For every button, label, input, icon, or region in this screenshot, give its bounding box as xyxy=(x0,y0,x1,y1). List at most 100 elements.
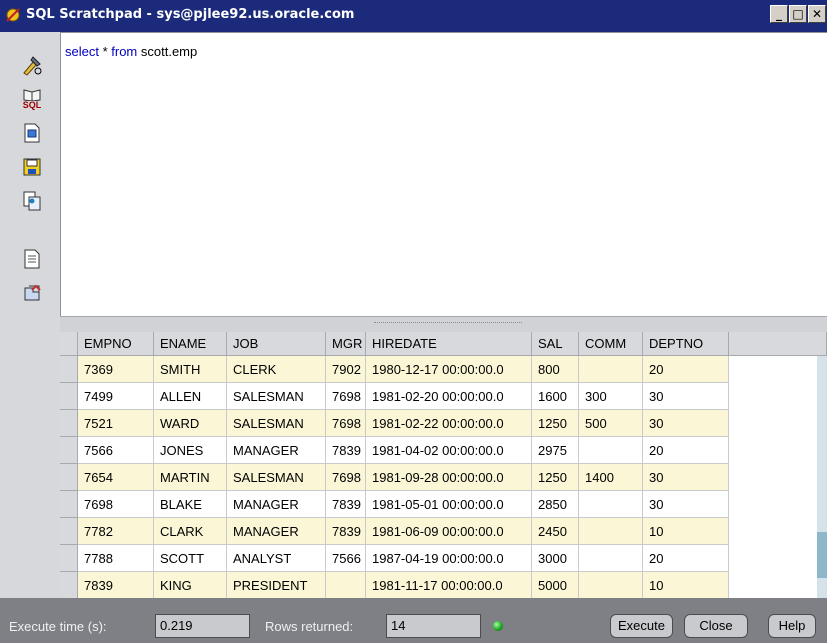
table-cell-mgr[interactable]: 7698 xyxy=(326,464,366,491)
title-bar[interactable]: SQL Scratchpad - sys@pjlee92.us.oracle.c… xyxy=(0,0,827,32)
table-cell-sal[interactable]: 2450 xyxy=(532,518,579,545)
table-cell-mgr[interactable]: 7839 xyxy=(326,518,366,545)
close-window-button[interactable]: ✕ xyxy=(808,5,826,23)
column-header[interactable]: COMM xyxy=(579,332,643,356)
row-header[interactable] xyxy=(60,572,78,598)
table-cell-empno[interactable]: 7566 xyxy=(78,437,154,464)
table-cell-hiredate[interactable]: 1981-04-02 00:00:00.0 xyxy=(366,437,532,464)
table-cell-deptno[interactable]: 30 xyxy=(643,464,729,491)
table-cell-sal[interactable]: 5000 xyxy=(532,572,579,598)
table-cell-sal[interactable]: 1250 xyxy=(532,410,579,437)
table-cell-ename[interactable]: BLAKE xyxy=(154,491,227,518)
vertical-scroll-thumb[interactable] xyxy=(817,532,827,578)
table-cell-job[interactable]: PRESIDENT xyxy=(227,572,326,598)
table-cell-hiredate[interactable]: 1980-12-17 00:00:00.0 xyxy=(366,356,532,383)
table-cell-job[interactable]: SALESMAN xyxy=(227,383,326,410)
table-cell-deptno[interactable]: 20 xyxy=(643,545,729,572)
table-cell-ename[interactable]: CLARK xyxy=(154,518,227,545)
table-cell-comm[interactable]: 500 xyxy=(579,410,643,437)
row-header[interactable] xyxy=(60,383,78,410)
table-cell-deptno[interactable]: 30 xyxy=(643,491,729,518)
table-cell-mgr[interactable]: 7566 xyxy=(326,545,366,572)
table-cell-comm[interactable] xyxy=(579,545,643,572)
column-header[interactable]: ENAME xyxy=(154,332,227,356)
table-cell-ename[interactable]: MARTIN xyxy=(154,464,227,491)
table-cell-hiredate[interactable]: 1981-02-22 00:00:00.0 xyxy=(366,410,532,437)
table-cell-comm[interactable] xyxy=(579,572,643,598)
table-cell-deptno[interactable]: 30 xyxy=(643,383,729,410)
table-cell-deptno[interactable]: 10 xyxy=(643,518,729,545)
table-cell-comm[interactable] xyxy=(579,518,643,545)
column-header[interactable]: EMPNO xyxy=(78,332,154,356)
document-button[interactable] xyxy=(19,246,45,272)
open-file-button[interactable] xyxy=(19,120,45,146)
table-cell-hiredate[interactable]: 1981-09-28 00:00:00.0 xyxy=(366,464,532,491)
execute-query-button[interactable]: Execute xyxy=(610,614,673,638)
table-cell-comm[interactable]: 300 xyxy=(579,383,643,410)
pane-splitter[interactable] xyxy=(60,316,827,332)
column-header[interactable]: MGR xyxy=(326,332,366,356)
column-header[interactable]: JOB xyxy=(227,332,326,356)
table-cell-ename[interactable]: KING xyxy=(154,572,227,598)
table-cell-deptno[interactable]: 30 xyxy=(643,410,729,437)
row-header[interactable] xyxy=(60,545,78,572)
table-cell-job[interactable]: CLERK xyxy=(227,356,326,383)
table-cell-empno[interactable]: 7788 xyxy=(78,545,154,572)
table-cell-empno[interactable]: 7521 xyxy=(78,410,154,437)
table-cell-job[interactable]: ANALYST xyxy=(227,545,326,572)
table-cell-deptno[interactable]: 10 xyxy=(643,572,729,598)
table-cell-ename[interactable]: JONES xyxy=(154,437,227,464)
table-cell-mgr[interactable]: 7839 xyxy=(326,491,366,518)
table-cell-mgr[interactable]: 7698 xyxy=(326,410,366,437)
table-cell-sal[interactable]: 800 xyxy=(532,356,579,383)
table-cell-deptno[interactable]: 20 xyxy=(643,356,729,383)
table-cell-mgr[interactable]: 7698 xyxy=(326,383,366,410)
table-cell-ename[interactable]: SCOTT xyxy=(154,545,227,572)
table-cell-job[interactable]: SALESMAN xyxy=(227,410,326,437)
help-button[interactable]: Help xyxy=(768,614,816,638)
row-header[interactable] xyxy=(60,491,78,518)
table-cell-mgr[interactable] xyxy=(326,572,366,598)
table-cell-empno[interactable]: 7782 xyxy=(78,518,154,545)
vertical-scrollbar[interactable] xyxy=(817,356,827,598)
row-header[interactable] xyxy=(60,437,78,464)
table-cell-comm[interactable]: 1400 xyxy=(579,464,643,491)
execute-button[interactable] xyxy=(19,52,45,78)
table-cell-mgr[interactable]: 7902 xyxy=(326,356,366,383)
table-cell-job[interactable]: MANAGER xyxy=(227,518,326,545)
row-header[interactable] xyxy=(60,518,78,545)
row-header[interactable] xyxy=(60,410,78,437)
column-header[interactable]: HIREDATE xyxy=(366,332,532,356)
column-header[interactable]: SAL xyxy=(532,332,579,356)
table-cell-ename[interactable]: WARD xyxy=(154,410,227,437)
row-header[interactable] xyxy=(60,464,78,491)
table-cell-hiredate[interactable]: 1981-02-20 00:00:00.0 xyxy=(366,383,532,410)
table-cell-sal[interactable]: 2850 xyxy=(532,491,579,518)
close-button[interactable]: Close xyxy=(684,614,748,638)
table-cell-sal[interactable]: 1600 xyxy=(532,383,579,410)
table-cell-sal[interactable]: 2975 xyxy=(532,437,579,464)
table-cell-deptno[interactable]: 20 xyxy=(643,437,729,464)
table-cell-empno[interactable]: 7654 xyxy=(78,464,154,491)
table-cell-empno[interactable]: 7369 xyxy=(78,356,154,383)
table-cell-hiredate[interactable]: 1981-06-09 00:00:00.0 xyxy=(366,518,532,545)
splitter-grip[interactable] xyxy=(374,322,522,327)
table-cell-comm[interactable] xyxy=(579,437,643,464)
table-cell-empno[interactable]: 7499 xyxy=(78,383,154,410)
table-cell-comm[interactable] xyxy=(579,491,643,518)
table-cell-mgr[interactable]: 7839 xyxy=(326,437,366,464)
table-cell-job[interactable]: MANAGER xyxy=(227,491,326,518)
maximize-button[interactable]: □ xyxy=(789,5,807,23)
table-cell-hiredate[interactable]: 1981-05-01 00:00:00.0 xyxy=(366,491,532,518)
table-cell-hiredate[interactable]: 1981-11-17 00:00:00.0 xyxy=(366,572,532,598)
table-cell-ename[interactable]: ALLEN xyxy=(154,383,227,410)
table-cell-sal[interactable]: 1250 xyxy=(532,464,579,491)
minimize-button[interactable]: _ xyxy=(770,5,788,23)
save-button[interactable] xyxy=(19,154,45,180)
table-cell-job[interactable]: MANAGER xyxy=(227,437,326,464)
table-cell-empno[interactable]: 7839 xyxy=(78,572,154,598)
sql-reference-button[interactable]: SQL xyxy=(19,86,45,112)
row-header[interactable] xyxy=(60,356,78,383)
table-cell-comm[interactable] xyxy=(579,356,643,383)
column-header[interactable]: DEPTNO xyxy=(643,332,729,356)
